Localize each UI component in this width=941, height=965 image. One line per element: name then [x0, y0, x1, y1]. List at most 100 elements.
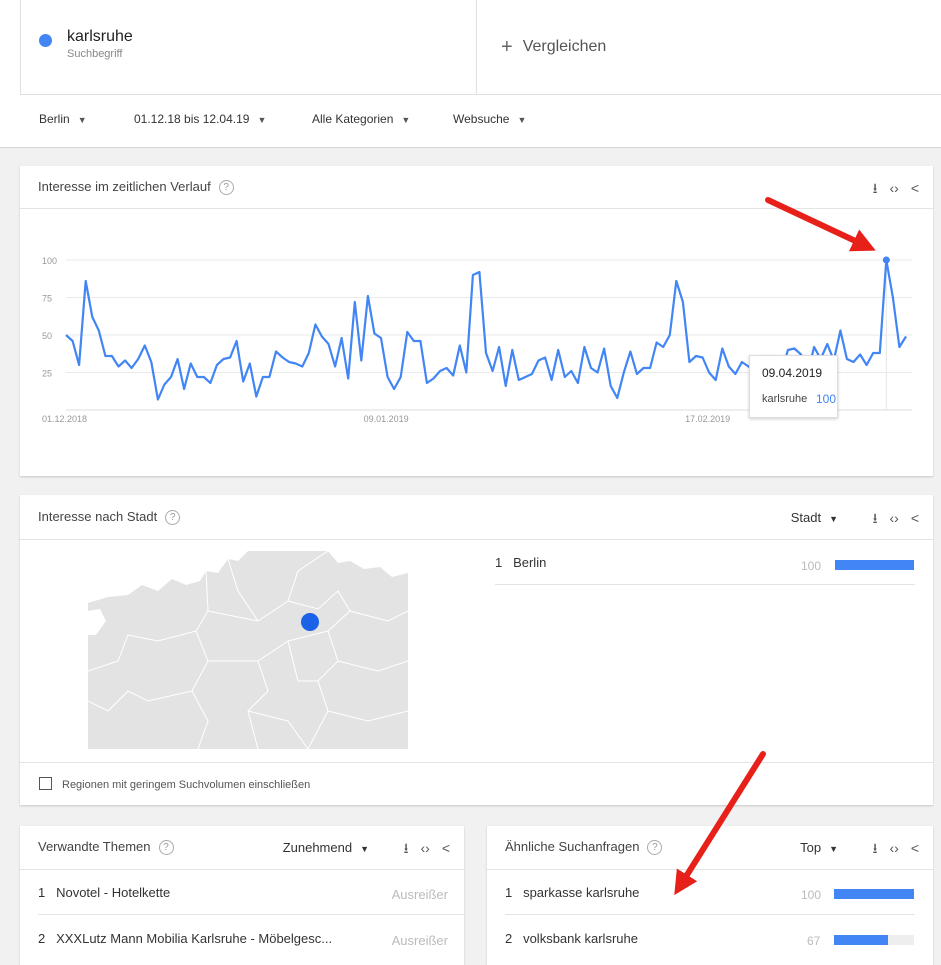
y-tick-label: 25	[42, 369, 52, 379]
embed-icon[interactable]: ‹›	[889, 840, 898, 856]
embed-icon[interactable]: ‹›	[889, 510, 898, 526]
compare-box[interactable]: + Vergleichen	[477, 0, 941, 95]
query-row[interactable]: 1 sparkasse karlsruhe	[505, 885, 639, 900]
search-term[interactable]: karlsruhe	[67, 28, 133, 46]
card-title-text: Verwandte Themen	[38, 839, 151, 854]
embed-icon[interactable]: ‹›	[889, 180, 898, 196]
help-icon[interactable]: ?	[158, 840, 174, 855]
download-icon[interactable]: ⭳	[873, 840, 878, 856]
query-score: 100	[801, 888, 822, 902]
divider	[505, 914, 915, 915]
topic-value: Ausreißer	[391, 887, 448, 902]
download-icon[interactable]: ⭳	[404, 840, 409, 856]
divider	[20, 762, 933, 763]
tooltip-date: 09.04.2019	[762, 366, 823, 380]
embed-icon[interactable]: ‹›	[420, 840, 429, 856]
caret-down-icon: ▼	[829, 844, 838, 854]
chart-tooltip: 09.04.2019 karlsruhe 100	[749, 355, 838, 418]
caret-down-icon: ▼	[401, 115, 411, 125]
region-filter-label: Berlin	[39, 112, 70, 126]
berlin-marker[interactable]	[301, 613, 319, 631]
y-tick-label: 100	[42, 256, 57, 266]
city-selector[interactable]: Stadt ▼	[791, 510, 838, 525]
card-actions: ⭳ ‹› <	[861, 838, 919, 862]
caret-down-icon: ▼	[257, 115, 267, 125]
city-selector-label: Stadt	[790, 510, 822, 525]
card-title-text: Interesse nach Stadt	[38, 509, 158, 524]
region-map[interactable]	[88, 551, 408, 749]
download-icon[interactable]: ⭳	[873, 510, 878, 526]
category-filter[interactable]: Alle Kategorien ▼	[312, 112, 410, 126]
card-actions: ⭳ ‹› <	[861, 178, 919, 202]
peak-point[interactable]	[882, 256, 890, 264]
topic-rank: 1	[38, 885, 46, 900]
card-title-text: Interesse im zeitlichen Verlauf	[38, 179, 211, 194]
divider	[20, 539, 933, 540]
divider	[20, 208, 933, 209]
share-icon[interactable]: <	[911, 180, 919, 196]
region-filter[interactable]: Berlin ▼	[39, 112, 87, 126]
topics-selector[interactable]: Zunehmend ▼	[283, 840, 369, 855]
card-title: Interesse im zeitlichen Verlauf?	[38, 179, 234, 195]
search-type-filter[interactable]: Websuche ▼	[453, 112, 526, 126]
caret-down-icon: ▼	[517, 115, 527, 125]
help-icon[interactable]: ?	[647, 840, 663, 855]
query-rank: 1	[505, 885, 513, 900]
city-row[interactable]: 1 Berlin	[495, 555, 546, 570]
line-chart[interactable]: 100 75 50 25 01.12.2018 09.01.2019 17.02.2019	[20, 216, 933, 476]
low-volume-checkbox[interactable]	[39, 777, 52, 790]
low-volume-checkbox-label: Regionen mit geringem Suchvolumen einsch…	[62, 779, 311, 791]
card-title-text: Ähnliche Suchanfragen	[505, 839, 640, 854]
compare-button[interactable]: + Vergleichen	[501, 36, 606, 59]
queries-selector-label: Top	[800, 840, 822, 855]
queries-selector[interactable]: Top ▼	[800, 840, 838, 855]
category-filter-label: Alle Kategorien	[312, 112, 394, 126]
help-icon[interactable]: ?	[165, 510, 181, 525]
query-row[interactable]: 2 volksbank karlsruhe	[505, 931, 638, 946]
query-name: volksbank karlsruhe	[523, 931, 638, 946]
related-queries-card: Ähnliche Suchanfragen? Top ▼ ⭳ ‹› < 1 spark…	[487, 826, 933, 965]
help-icon[interactable]: ?	[218, 180, 234, 195]
download-icon[interactable]: ⭳	[873, 180, 878, 196]
caret-down-icon: ▼	[829, 514, 838, 524]
caret-down-icon: ▼	[360, 844, 369, 854]
x-tick-label: 01.12.2018	[42, 414, 87, 424]
date-filter[interactable]: 01.12.18 bis 12.04.19 ▼	[134, 112, 266, 126]
topic-value: Ausreißer	[391, 933, 448, 948]
topic-name: Novotel - Hotelkette	[56, 885, 171, 900]
x-tick-label: 09.01.2019	[364, 414, 409, 424]
search-type-filter-label: Websuche	[453, 112, 510, 126]
query-rank: 2	[505, 931, 513, 946]
city-rank: 1	[495, 555, 503, 570]
city-name: Berlin	[513, 555, 547, 570]
share-icon[interactable]: <	[442, 840, 450, 856]
city-score-bar-fill	[835, 560, 914, 570]
interest-over-time-card: Interesse im zeitlichen Verlauf? ⭳ ‹› < 10…	[20, 166, 933, 476]
divider	[487, 869, 933, 870]
caret-down-icon: ▼	[77, 115, 87, 125]
topic-row[interactable]: 2 XXXLutz Mann Mobilia Karlsruhe - Möbel…	[38, 931, 332, 946]
filter-bar: Berlin ▼ 01.12.18 bis 12.04.19 ▼ Alle Kate…	[0, 95, 941, 147]
plus-icon: +	[501, 36, 513, 58]
card-actions: ⭳ ‹› <	[392, 838, 450, 862]
card-title: Ähnliche Suchanfragen?	[505, 839, 663, 855]
query-score-bar-fill	[834, 935, 888, 945]
divider	[495, 584, 915, 585]
search-term-type: Suchbegriff	[67, 48, 123, 60]
compare-label: Vergleichen	[522, 38, 607, 55]
city-score: 100	[801, 559, 822, 573]
tooltip-term: karlsruhe	[762, 393, 808, 405]
search-term-box[interactable]: karlsruhe Suchbegriff	[20, 0, 477, 95]
topic-rank: 2	[38, 931, 46, 946]
topic-row[interactable]: 1 Novotel - Hotelkette	[38, 885, 170, 900]
share-icon[interactable]: <	[911, 510, 919, 526]
related-topics-card: Verwandte Themen? Zunehmend ▼ ⭳ ‹› < 1 Novo…	[20, 826, 464, 965]
divider	[38, 914, 464, 915]
query-score-bar	[834, 935, 914, 945]
date-filter-label: 01.12.18 bis 12.04.19	[134, 112, 250, 126]
share-icon[interactable]: <	[911, 840, 919, 856]
topics-selector-label: Zunehmend	[282, 840, 353, 855]
divider	[20, 869, 464, 870]
city-score-bar	[835, 560, 914, 570]
query-name: sparkasse karlsruhe	[523, 885, 640, 900]
